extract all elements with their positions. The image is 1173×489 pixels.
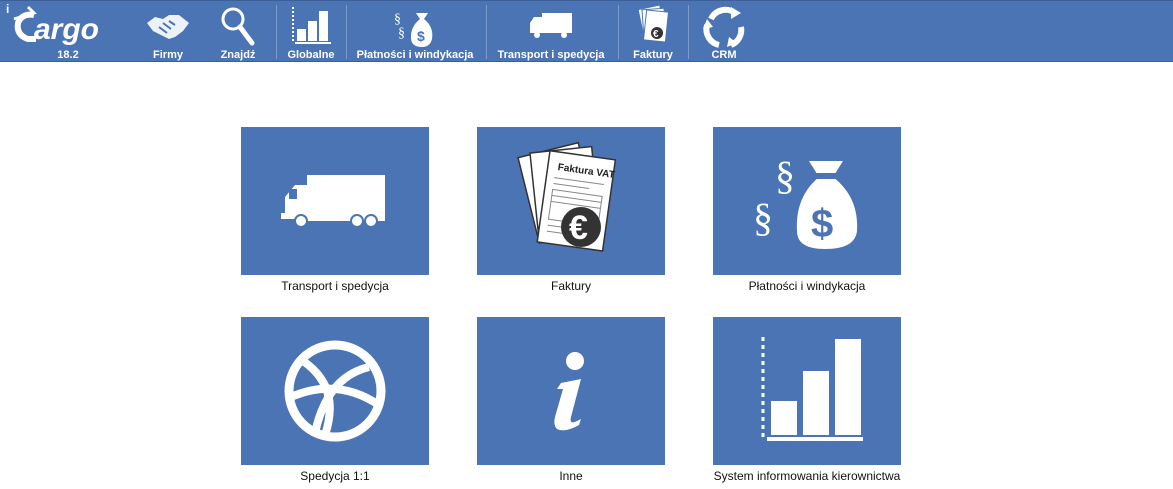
nav-transport[interactable]: Transport i spedycja (490, 1, 612, 63)
nav-faktury[interactable]: € Faktury (622, 1, 684, 63)
nav-znajdz[interactable]: Znajdź (210, 1, 266, 63)
nav-crm[interactable]: CRM (692, 1, 756, 63)
info-icon (554, 352, 584, 431)
nav-firmy[interactable]: Firmy (140, 1, 196, 63)
handshake-icon (147, 15, 189, 39)
invoice-icon: Faktura VAT € (517, 141, 617, 252)
nav-firmy-label: Firmy (153, 49, 183, 61)
truck-icon (530, 13, 572, 38)
svg-text:$: $ (811, 202, 833, 246)
nav-crm-label: CRM (711, 49, 737, 61)
nav-faktury-label: Faktury (633, 49, 673, 61)
tile-inne-label: Inne (559, 469, 583, 483)
tile-system-label: System informowania kierownictwa (713, 469, 901, 483)
nav-separator (688, 5, 689, 59)
top-navigation-bar: i argo 18.2 Firmy Znajdź Globalne § § $ … (0, 0, 1173, 62)
tile-platnosci-label: Płatności i windykacja (748, 279, 866, 293)
money-bag-icon: § § $ (394, 12, 433, 47)
nav-platnosci-label: Płatności i windykacja (356, 49, 474, 61)
cargo-logo-icon: i argo (6, 3, 99, 46)
tile-transport[interactable] (241, 127, 429, 275)
tile-spedycja-label: Spedycja 1:1 (300, 469, 370, 483)
money-bag-icon: § § $ (753, 153, 858, 249)
nav-separator (486, 5, 487, 59)
truck-icon (281, 175, 385, 228)
bar-chart-icon (292, 7, 331, 44)
svg-text:§: § (398, 26, 405, 41)
globe-icon (284, 340, 386, 442)
nav-separator (618, 5, 619, 59)
nav-transport-label: Transport i spedycja (497, 49, 605, 61)
invoice-icon: € (637, 5, 670, 43)
refresh-cycle-icon (703, 6, 745, 48)
app-logo[interactable]: i argo 18.2 (0, 1, 136, 63)
svg-text:i: i (6, 3, 9, 16)
nav-globalne-label: Globalne (287, 49, 335, 61)
svg-text:§: § (775, 153, 795, 198)
tile-inne[interactable] (477, 317, 665, 465)
app-version: 18.2 (57, 49, 79, 61)
tile-platnosci[interactable]: § § $ (713, 127, 901, 275)
tile-faktury[interactable]: Faktura VAT € (477, 127, 665, 275)
tile-spedycja[interactable] (241, 317, 429, 465)
tile-transport-label: Transport i spedycja (281, 279, 389, 293)
svg-text:€: € (569, 209, 588, 247)
svg-text:$: $ (417, 28, 425, 44)
svg-text:argo: argo (34, 13, 99, 46)
nav-separator (346, 5, 347, 59)
svg-text:§: § (753, 195, 773, 240)
tile-faktury-label: Faktury (550, 279, 591, 293)
magnifier-icon (221, 7, 255, 46)
nav-znajdz-label: Znajdź (220, 49, 256, 61)
nav-separator (276, 5, 277, 59)
tile-system[interactable] (713, 317, 901, 465)
svg-text:€: € (653, 29, 659, 40)
nav-platnosci[interactable]: § § $ Płatności i windykacja (350, 1, 480, 63)
svg-text:§: § (394, 12, 401, 27)
nav-globalne[interactable]: Globalne (280, 1, 342, 63)
bar-chart-icon (761, 337, 863, 441)
